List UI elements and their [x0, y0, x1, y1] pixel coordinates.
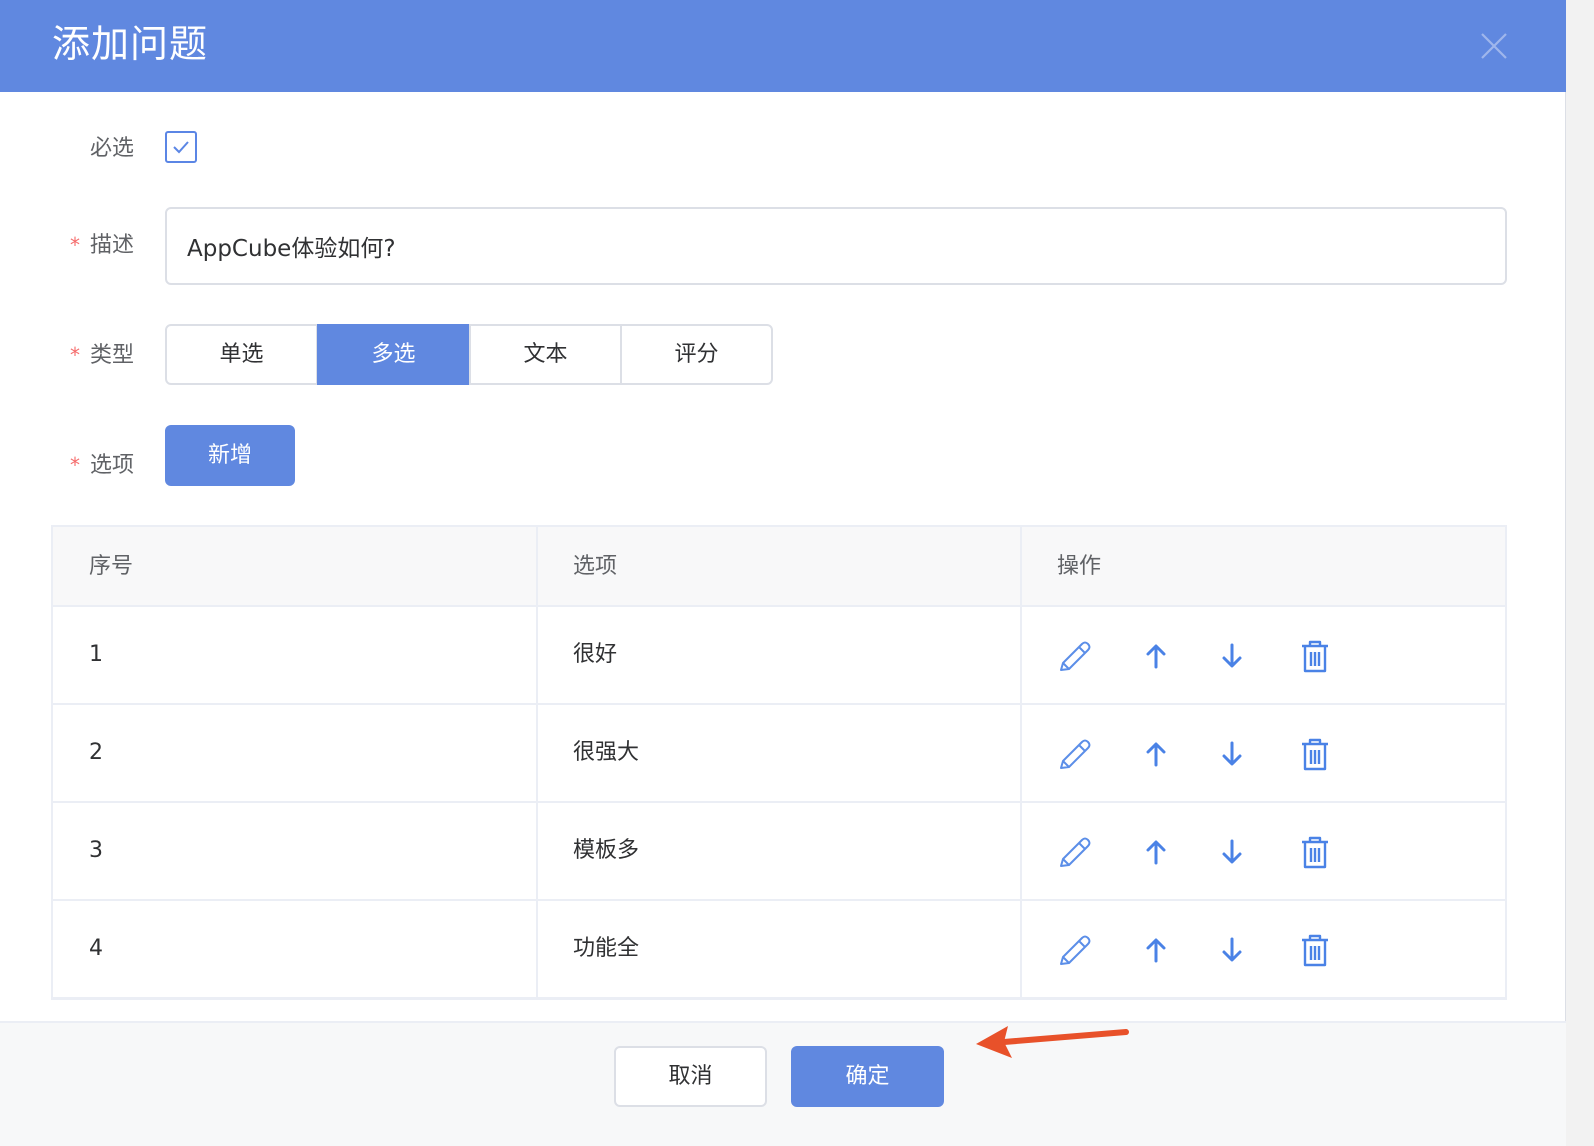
- options-label: 选项: [90, 453, 135, 478]
- type-label: 类型: [90, 343, 135, 368]
- required-marker: *: [70, 453, 80, 477]
- arrow-up-icon[interactable]: [1137, 931, 1175, 969]
- close-icon[interactable]: [1476, 28, 1512, 64]
- required-marker: *: [70, 233, 80, 257]
- column-header-actions: 操作: [1057, 554, 1102, 579]
- edit-icon[interactable]: [1055, 735, 1093, 773]
- arrow-down-icon[interactable]: [1213, 735, 1251, 773]
- trash-icon[interactable]: [1296, 833, 1334, 871]
- add-option-button[interactable]: 新增: [165, 425, 295, 486]
- edit-icon[interactable]: [1055, 637, 1093, 675]
- edit-icon[interactable]: [1055, 833, 1093, 871]
- arrow-down-icon[interactable]: [1213, 931, 1251, 969]
- arrow-up-icon[interactable]: [1137, 735, 1175, 773]
- confirm-button[interactable]: 确定: [791, 1046, 944, 1107]
- column-header-option: 选项: [573, 554, 618, 579]
- required-checkbox[interactable]: [165, 131, 197, 163]
- arrow-up-icon[interactable]: [1137, 833, 1175, 871]
- cancel-button[interactable]: 取消: [614, 1046, 767, 1107]
- row-index: 4: [89, 936, 103, 961]
- trash-icon[interactable]: [1296, 637, 1334, 675]
- row-index: 1: [89, 642, 103, 667]
- dialog-title: 添加问题: [52, 22, 209, 66]
- row-option: 很强大: [573, 740, 640, 765]
- table-row: 2 很强大: [53, 705, 1505, 803]
- table-row: 1 很好: [53, 607, 1505, 705]
- required-marker: *: [70, 343, 80, 367]
- type-option-text[interactable]: 文本: [469, 324, 622, 385]
- annotation-arrow-icon: [976, 1026, 1129, 1058]
- row-option: 模板多: [573, 838, 640, 863]
- trash-icon[interactable]: [1296, 931, 1334, 969]
- row-index: 2: [89, 740, 103, 765]
- type-option-multiple[interactable]: 多选: [317, 324, 470, 385]
- arrow-up-icon[interactable]: [1137, 637, 1175, 675]
- description-label: 描述: [90, 233, 135, 258]
- add-question-dialog: 添加问题 必选 * 描述 * 类型 单选 多选 文本 评分 * 选项 新增 序号…: [0, 0, 1566, 1146]
- arrow-down-icon[interactable]: [1213, 637, 1251, 675]
- dialog-footer: [0, 1021, 1566, 1146]
- trash-icon[interactable]: [1296, 735, 1334, 773]
- table-row: 4 功能全: [53, 901, 1505, 999]
- description-input[interactable]: [165, 207, 1507, 285]
- check-icon: [173, 141, 189, 154]
- row-option: 功能全: [573, 936, 640, 961]
- row-index: 3: [89, 838, 103, 863]
- table-header: 序号 选项 操作: [53, 527, 1505, 607]
- table-row: 3 模板多: [53, 803, 1505, 901]
- type-option-rating[interactable]: 评分: [620, 324, 773, 385]
- dialog-header: 添加问题: [0, 0, 1566, 92]
- row-option: 很好: [573, 642, 618, 667]
- edit-icon[interactable]: [1055, 931, 1093, 969]
- background-strip: [1566, 0, 1594, 1146]
- column-header-index: 序号: [89, 554, 134, 579]
- required-label: 必选: [90, 136, 135, 161]
- arrow-down-icon[interactable]: [1213, 833, 1251, 871]
- options-table: 序号 选项 操作 1 很好 2 很强大 3 模板多 4 功能全: [51, 525, 1507, 1000]
- type-option-single[interactable]: 单选: [165, 324, 318, 385]
